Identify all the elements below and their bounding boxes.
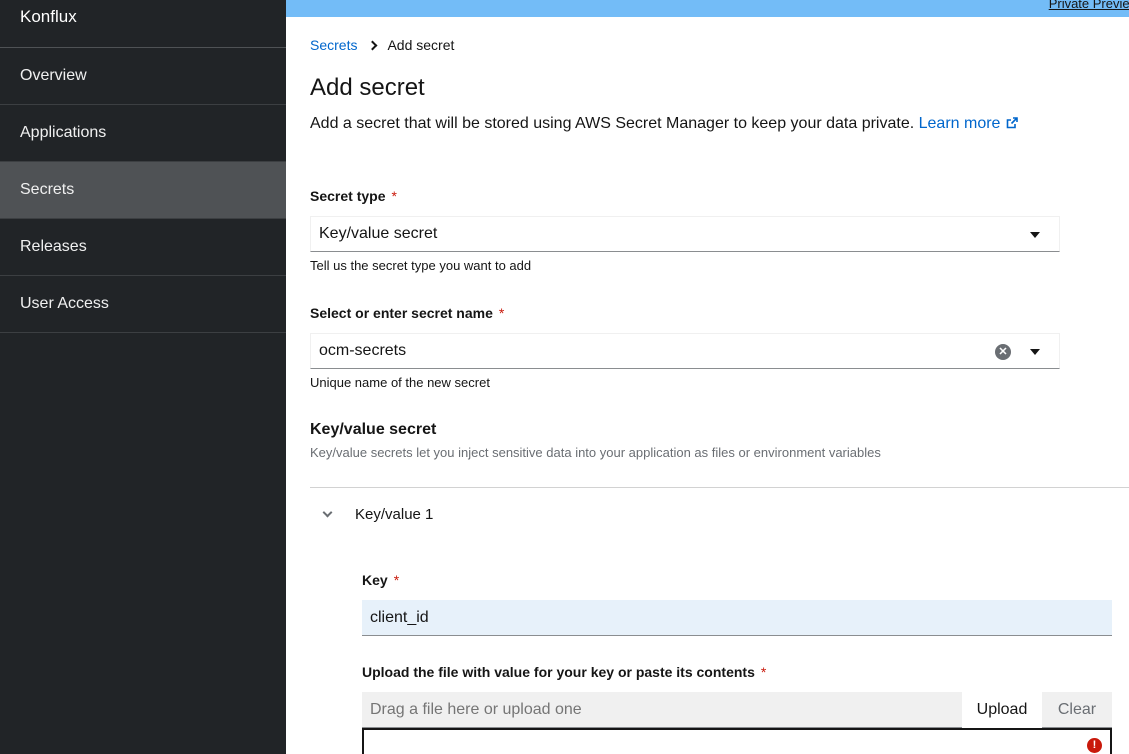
secret-type-label: Secret type * [310,188,397,204]
secret-name-typeahead: ✕ [310,333,1060,369]
key-input[interactable] [362,600,1112,636]
nav-list: Overview Applications Secrets Releases U… [0,48,286,333]
key-label-text: Key [362,572,388,588]
secret-type-value: Key/value secret [319,225,438,242]
upload-label-text: Upload the file with value for your key … [362,664,755,680]
breadcrumb-secrets-link[interactable]: Secrets [310,37,357,53]
sidebar: Konflux Overview Applications Secrets Re… [0,0,286,754]
required-marker: * [393,572,400,588]
required-marker: * [760,664,767,680]
caret-down-icon [1030,232,1040,238]
main-content: Secrets Add secret Add secret Add a secr… [286,17,1129,754]
sidebar-item-user-access[interactable]: User Access [0,276,286,333]
page-title: Add secret [310,74,425,101]
kv-pair-title: Key/value 1 [355,506,434,523]
secret-name-input[interactable] [319,342,919,360]
section-title: Key/value secret [310,421,437,438]
secret-type-helper: Tell us the secret type you want to add [310,258,532,273]
page-description: Add a secret that will be stored using A… [310,115,1019,133]
divider [310,487,1129,488]
value-textarea[interactable]: ! [362,728,1112,754]
upload-button[interactable]: Upload [962,692,1042,728]
learn-more-link[interactable]: Learn more [919,115,1019,132]
clear-icon[interactable]: ✕ [995,344,1011,360]
sidebar-item-secrets[interactable]: Secrets [0,162,286,219]
kv-pair-toggle[interactable]: Key/value 1 [322,506,434,523]
key-label: Key * [362,572,399,588]
clear-button[interactable]: Clear [1042,692,1112,728]
secret-name-label: Select or enter secret name * [310,305,504,321]
upload-label: Upload the file with value for your key … [362,664,766,680]
error-icon: ! [1087,738,1102,753]
required-marker: * [498,305,505,321]
learn-more-label: Learn more [918,115,1001,132]
sidebar-item-releases[interactable]: Releases [0,219,286,276]
file-upload: Upload Clear [362,692,1112,728]
section-description: Key/value secrets let you inject sensiti… [310,445,881,460]
caret-down-icon[interactable] [1030,349,1040,355]
external-link-icon [1007,117,1019,129]
secret-type-label-text: Secret type [310,188,386,204]
sidebar-item-overview[interactable]: Overview [0,48,286,105]
page-description-text: Add a secret that will be stored using A… [310,115,915,132]
secret-type-select[interactable]: Key/value secret [310,216,1060,252]
chevron-down-icon [322,507,333,518]
secret-name-label-text: Select or enter secret name [310,305,493,321]
breadcrumb-current: Add secret [387,37,455,53]
secret-name-helper: Unique name of the new secret [310,375,490,390]
brand-name: Konflux [0,0,286,48]
private-preview-link[interactable]: Private Preview [1049,0,1129,11]
breadcrumb: Secrets Add secret [310,37,454,53]
preview-banner: Private Preview [286,0,1129,17]
required-marker: * [391,188,397,204]
upload-filename-field[interactable] [362,692,962,728]
breadcrumb-separator-icon [368,40,378,50]
sidebar-item-applications[interactable]: Applications [0,105,286,162]
